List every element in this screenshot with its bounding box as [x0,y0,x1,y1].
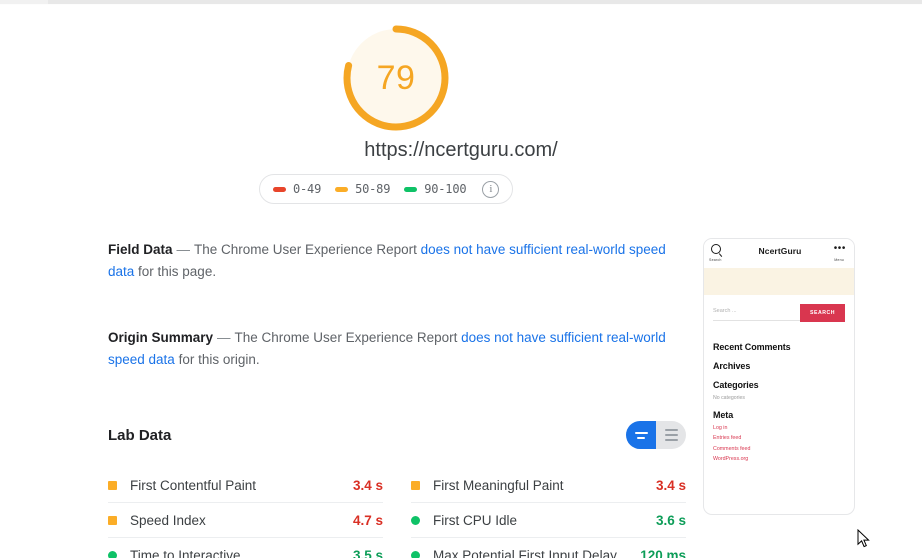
metric-label: Time to Interactive [130,547,241,558]
report-main-column: Field Data — The Chrome User Experience Re… [108,219,686,558]
legend-label-poor: 0-49 [293,182,322,196]
thumbnail-link-comments-feed: Comments feed [713,445,751,452]
legend-item-poor: 0-49 [273,182,321,196]
legend-item-good: 90-100 [404,182,467,196]
lab-data-header: Lab Data [108,420,686,450]
page-url: https://ncertguru.com/ [364,139,558,161]
field-data-text-after: for this page. [134,264,217,279]
status-badge-icon [411,550,420,558]
metrics-column-right: First Meaningful Paint 3.4 s First CPU I… [411,468,686,558]
field-data-section: Field Data — The Chrome User Experience Re… [108,239,686,283]
table-row[interactable]: Max Potential First Input Delay 120 ms [411,538,686,558]
lab-metrics-grid: First Contentful Paint 3.4 s Speed Index… [108,468,686,558]
status-badge-icon [108,550,117,558]
search-button: SEARCH [800,304,845,322]
table-row[interactable]: Speed Index 4.7 s [108,503,383,538]
report-header: 79 https://ncertguru.com/ 0-49 50-89 90-… [0,5,922,224]
legend-swatch-average-icon [335,186,349,192]
metric-value: 3.4 s [352,477,383,493]
lab-data-title: Lab Data [108,426,172,444]
info-icon[interactable]: i [482,180,500,198]
toggle-line-icon [637,436,645,439]
metrics-column-left: First Contentful Paint 3.4 s Speed Index… [108,468,383,558]
table-row[interactable]: First Contentful Paint 3.4 s [108,468,383,503]
thumbnail-hero-band [704,268,854,295]
toggle-line-icon [664,429,678,431]
status-badge-icon [411,515,420,525]
origin-summary-dash: — [217,330,231,345]
chrome-sliver-left [0,0,48,4]
page-screenshot-thumbnail[interactable]: Search NcertGuru ••• Menu Search ... SEA… [703,238,855,515]
table-row[interactable]: First Meaningful Paint 3.4 s [411,468,686,503]
origin-summary-text-after: for this origin. [174,352,260,367]
legend-item-average: 50-89 [335,182,390,196]
status-badge-icon [411,480,420,490]
legend-swatch-poor-icon [273,186,286,192]
toggle-line-icon [664,434,678,436]
thumbnail-heading-meta: Meta [713,410,734,420]
metric-label: First CPU Idle [433,512,518,528]
grouped-view-toggle[interactable] [626,421,656,449]
thumbnail-heading-categories: Categories [713,380,759,390]
metric-value: 3.5 s [352,547,383,558]
metric-value: 3.6 s [655,512,686,528]
mouse-cursor-icon [857,529,870,548]
metric-value: 4.7 s [352,512,383,528]
thumbnail-sidebar-content: Recent Comments Archives Categories No c… [704,329,854,462]
thumbnail-site-title: NcertGuru [758,246,802,256]
metric-label: Speed Index [130,512,206,528]
thumbnail-link-entries-feed: Entries feed [713,435,742,441]
thumbnail-heading-recent-comments: Recent Comments [713,342,791,352]
thumbnail-note-no-categories: No categories [713,395,746,401]
thumbnail-link-wordpress-org: WordPress.org [713,456,749,462]
thumbnail-menu-label: Menu [834,258,844,262]
status-badge-icon [108,515,117,525]
origin-summary-title: Origin Summary [108,330,214,345]
pagespeed-report-page: 79 https://ncertguru.com/ 0-49 50-89 90-… [0,0,922,558]
field-data-text-before: The Chrome User Experience Report [194,242,421,257]
score-legend: 0-49 50-89 90-100 i [259,174,514,204]
metric-label: First Meaningful Paint [433,477,564,493]
legend-label-good: 90-100 [424,182,467,196]
metric-value: 120 ms [640,547,686,558]
thumbnail-heading-archives: Archives [713,361,751,371]
thumbnail-site-header: Search NcertGuru ••• Menu [704,239,854,268]
search-input: Search ... [713,304,800,321]
thumbnail-search-row: Search ... SEARCH [704,295,854,329]
origin-summary-text-before: The Chrome User Experience Report [234,330,462,345]
thumbnail-link-log-in: Log in [713,424,728,431]
legend-swatch-good-icon [404,186,418,192]
table-row[interactable]: Time to Interactive 3.5 s [108,538,383,558]
thumbnail-search-label: Search [709,258,722,262]
field-data-title: Field Data [108,242,173,257]
report-body: Field Data — The Chrome User Experience Re… [0,219,922,558]
menu-icon: ••• [833,243,846,254]
score-value: 79 [376,58,416,97]
toggle-line-icon [634,431,648,434]
status-badge-icon [108,480,117,490]
performance-score-gauge: 79 [338,20,454,136]
toggle-line-icon [664,439,678,441]
list-view-toggle[interactable] [656,421,686,449]
legend-label-average: 50-89 [355,182,391,196]
metric-label: First Contentful Paint [130,477,257,493]
origin-summary-section: Origin Summary — The Chrome User Experienc… [108,327,686,371]
table-row[interactable]: First CPU Idle 3.6 s [411,503,686,538]
field-data-dash: — [176,242,191,257]
chrome-sliver-right [48,0,922,4]
metric-label: Max Potential First Input Delay [433,547,617,558]
metric-value: 3.4 s [655,477,686,493]
lab-data-view-toggle[interactable] [626,421,686,449]
